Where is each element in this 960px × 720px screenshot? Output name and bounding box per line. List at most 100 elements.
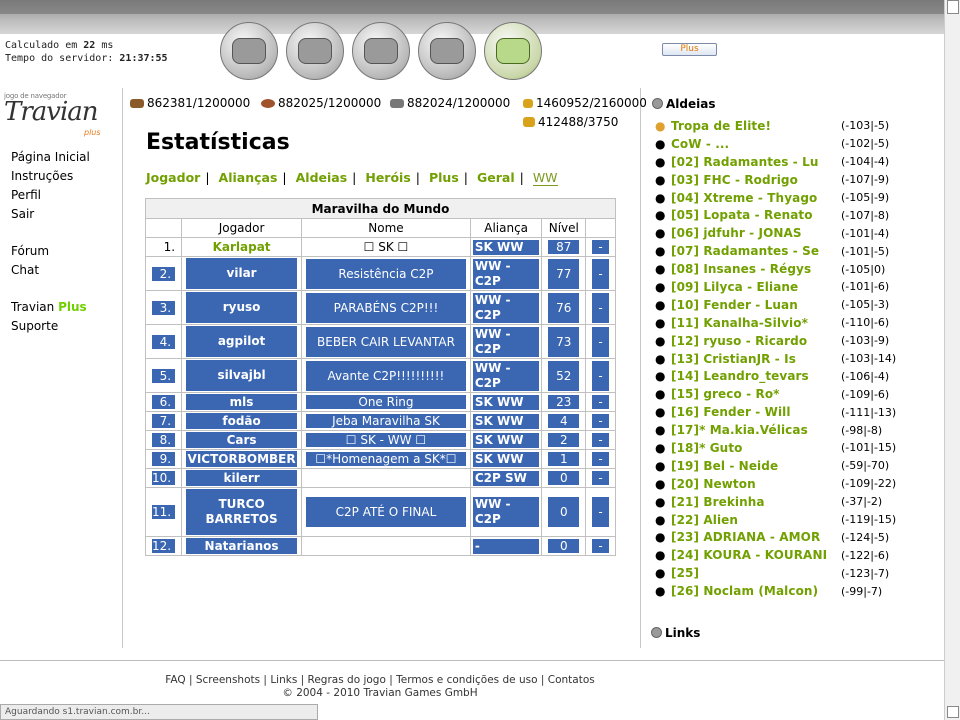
player-cell[interactable]: fodão — [181, 411, 303, 431]
village-list-item[interactable]: ● [17]* Ma.kia.Vélicas (-98|-8) — [655, 421, 905, 439]
village-list-item[interactable]: ● [21] Brekinha (-37|-2) — [655, 493, 905, 511]
scroll-down-button[interactable] — [947, 706, 959, 718]
footer-link-contacts[interactable]: Contatos — [548, 674, 595, 686]
village-list-item[interactable]: ● [14] Leandro_tevars (-106|-4) — [655, 367, 905, 385]
village-list-item[interactable]: ● [09] Lilyca - Eliane (-101|-6) — [655, 278, 905, 296]
village-name[interactable]: [13] CristianJR - Is — [671, 352, 841, 366]
alliance-cell[interactable]: SK WW — [469, 449, 543, 469]
tab-general[interactable]: Geral — [477, 170, 515, 185]
village-list-item[interactable]: ● [08] Insanes - Régys (-105|0) — [655, 260, 905, 278]
village-name[interactable]: [12] ryuso - Ricardo — [671, 334, 841, 348]
village-list-item[interactable]: ● [05] Lopata - Renato (-107|-8) — [655, 206, 905, 224]
village-name[interactable]: [10] Fender - Luan — [671, 298, 841, 312]
village-name[interactable]: [05] Lopata - Renato — [671, 208, 841, 222]
menu-support[interactable]: Suporte — [11, 317, 90, 336]
village-list-item[interactable]: ● CoW - ... (-102|-5) — [655, 135, 905, 153]
village-name[interactable]: Tropa de Elite! — [671, 119, 841, 133]
player-cell[interactable]: vilar — [181, 256, 303, 291]
player-cell[interactable]: silvajbl — [181, 358, 303, 393]
village-name[interactable]: [17]* Ma.kia.Vélicas — [671, 423, 841, 437]
menu-chat[interactable]: Chat — [11, 261, 90, 280]
menu-forum[interactable]: Fórum — [11, 242, 90, 261]
village-name[interactable]: [15] greco - Ro* — [671, 387, 841, 401]
village-list-item[interactable]: ● [26] Noclam (Malcon) (-99|-7) — [655, 582, 905, 600]
player-cell[interactable]: Natarianos — [181, 536, 303, 556]
village-list-item[interactable]: ● [13] CristianJR - Is (-103|-14) — [655, 350, 905, 368]
footer-link-faq[interactable]: FAQ — [165, 674, 185, 686]
alliance-cell[interactable]: - — [469, 536, 543, 556]
player-cell[interactable]: TURCO BARRETOS — [181, 487, 303, 537]
vertical-scrollbar[interactable] — [944, 0, 960, 720]
village-list-item[interactable]: ● [23] ADRIANA - AMOR (-124|-5) — [655, 528, 905, 546]
alliance-cell[interactable]: WW - C2P — [469, 487, 543, 537]
player-cell[interactable]: mls — [181, 392, 303, 412]
village-list-item[interactable]: ● [24] KOURA - KOURANI (-122|-6) — [655, 546, 905, 564]
village-name[interactable]: [09] Lilyca - Eliane — [671, 280, 841, 294]
village-list-item[interactable]: ● [18]* Guto (-101|-15) — [655, 439, 905, 457]
tab-heroes[interactable]: Heróis — [365, 170, 410, 185]
village-list-item[interactable]: ● [19] Bel - Neide (-59|-70) — [655, 457, 905, 475]
player-cell[interactable]: Karlapat — [181, 237, 303, 257]
travian-logo[interactable]: jogo de navegador Travian plus — [4, 92, 114, 137]
statistics-icon[interactable] — [418, 22, 476, 80]
village-list-item[interactable]: ● [12] ryuso - Ricardo (-103|-9) — [655, 332, 905, 350]
village-name[interactable]: [21] Brekinha — [671, 495, 841, 509]
plus-button[interactable]: Plus — [662, 43, 717, 56]
village-list-item[interactable]: ● Tropa de Elite! (-103|-5) — [655, 117, 905, 135]
player-cell[interactable]: agpilot — [181, 324, 303, 359]
village-name[interactable]: [24] KOURA - KOURANI — [671, 548, 841, 562]
village-name[interactable]: [11] Kanalha-Silvio* — [671, 316, 841, 330]
alliance-cell[interactable]: SK WW — [469, 411, 543, 431]
village-list-item[interactable]: ● [04] Xtreme - Thyago (-105|-9) — [655, 189, 905, 207]
village-name[interactable]: [20] Newton — [671, 477, 841, 491]
village-list-item[interactable]: ● [15] greco - Ro* (-109|-6) — [655, 385, 905, 403]
links-section[interactable]: Links — [651, 626, 700, 640]
alliance-cell[interactable]: SK WW — [469, 392, 543, 412]
alliance-cell[interactable]: WW - C2P — [469, 290, 543, 325]
menu-home[interactable]: Página Inicial — [11, 148, 90, 167]
tab-player[interactable]: Jogador — [146, 170, 200, 185]
village-overview-icon[interactable] — [220, 22, 278, 80]
village-list-item[interactable]: ● [07] Radamantes - Se (-101|-5) — [655, 242, 905, 260]
footer-link-terms[interactable]: Termos e condições de uso — [396, 674, 537, 686]
reports-icon[interactable] — [484, 22, 542, 80]
alliance-cell[interactable]: C2P SW — [469, 468, 543, 488]
village-name[interactable]: CoW - ... — [671, 137, 841, 151]
village-name[interactable]: [06] jdfuhr - JONAS — [671, 226, 841, 240]
map-icon[interactable] — [352, 22, 410, 80]
player-cell[interactable]: kilerr — [181, 468, 303, 488]
village-name[interactable]: [25] — [671, 566, 841, 580]
menu-profile[interactable]: Perfil — [11, 186, 90, 205]
village-name[interactable]: [16] Fender - Will — [671, 405, 841, 419]
tab-villages[interactable]: Aldeias — [296, 170, 348, 185]
player-cell[interactable]: Cars — [181, 430, 303, 450]
villages-title[interactable]: Aldeias — [652, 97, 715, 111]
menu-logout[interactable]: Sair — [11, 205, 90, 224]
alliance-cell[interactable]: SK WW — [469, 430, 543, 450]
footer-link-links[interactable]: Links — [270, 674, 297, 686]
village-name[interactable]: [26] Noclam (Malcon) — [671, 584, 841, 598]
village-list-item[interactable]: ● [03] FHC - Rodrigo (-107|-9) — [655, 171, 905, 189]
village-name[interactable]: [08] Insanes - Régys — [671, 262, 841, 276]
alliance-cell[interactable]: WW - C2P — [469, 256, 543, 291]
menu-travian-plus[interactable]: Travian Plus — [11, 298, 90, 317]
village-list-item[interactable]: ● [22] Alien (-119|-15) — [655, 511, 905, 529]
player-cell[interactable]: VICTORBOMBER — [181, 449, 303, 469]
village-name[interactable]: [04] Xtreme - Thyago — [671, 191, 841, 205]
player-cell[interactable]: ryuso — [181, 290, 303, 325]
alliance-cell[interactable]: WW - C2P — [469, 324, 543, 359]
village-name[interactable]: [14] Leandro_tevars — [671, 369, 841, 383]
village-name[interactable]: [19] Bel - Neide — [671, 459, 841, 473]
village-name[interactable]: [02] Radamantes - Lu — [671, 155, 841, 169]
village-list-item[interactable]: ● [20] Newton (-109|-22) — [655, 475, 905, 493]
village-list-item[interactable]: ● [25] (-123|-7) — [655, 564, 905, 582]
village-list-item[interactable]: ● [11] Kanalha-Silvio* (-110|-6) — [655, 314, 905, 332]
village-list-item[interactable]: ● [10] Fender - Luan (-105|-3) — [655, 296, 905, 314]
menu-instructions[interactable]: Instruções — [11, 167, 90, 186]
scroll-up-button[interactable] — [947, 0, 959, 14]
alliance-cell[interactable]: SK WW — [469, 237, 543, 257]
village-name[interactable]: [22] Alien — [671, 513, 841, 527]
village-name[interactable]: [07] Radamantes - Se — [671, 244, 841, 258]
village-list-item[interactable]: ● [16] Fender - Will (-111|-13) — [655, 403, 905, 421]
village-name[interactable]: [18]* Guto — [671, 441, 841, 455]
